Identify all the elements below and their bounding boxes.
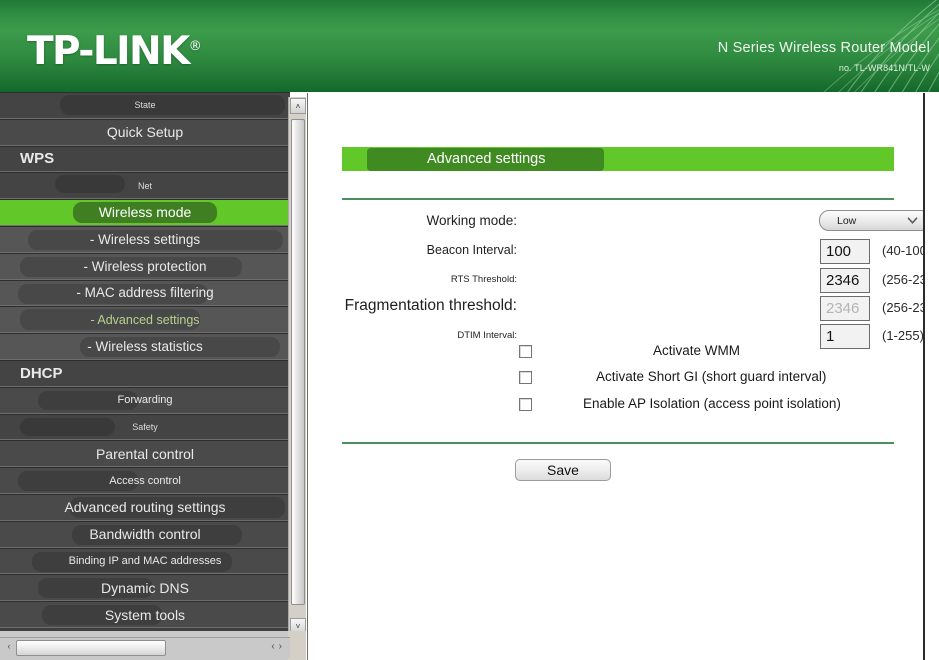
- sidebar-item-label: Bandwidth control: [89, 526, 201, 543]
- sidebar-item-label: Safety: [132, 421, 158, 432]
- sidebar-item-label: Quick Setup: [106, 124, 184, 141]
- select-working-mode[interactable]: Low: [819, 210, 923, 231]
- sidebar-item-label: Dynamic DNS: [101, 579, 189, 596]
- form-row-fragmentation-threshold: Fragmentation threshold: 2346 (256-2346): [308, 296, 923, 322]
- page-title: Advanced settings: [367, 147, 604, 171]
- checkbox-activate-wmm[interactable]: [519, 345, 532, 358]
- checkbox-row-activate-short-gi-short-guard-interval: Activate Short GI (short guard interval): [308, 369, 923, 393]
- label-rts-threshold: RTS Threshold:: [450, 274, 517, 285]
- sidebar-item-label: Binding IP and MAC addresses: [68, 554, 222, 567]
- save-button[interactable]: Save: [515, 459, 611, 481]
- model-title: N Series Wireless Router Model: [717, 40, 930, 56]
- hint-fragmentation-threshold: (256-2346): [882, 300, 923, 315]
- scroll-right-arrow-icon[interactable]: ‹›: [271, 641, 286, 652]
- logo-text: TP-LINK: [27, 29, 190, 74]
- sidebar-item-mac-address-filtering[interactable]: - MAC address filtering: [0, 279, 290, 307]
- sidebar-item-label: System tools: [104, 606, 186, 623]
- menu-item-highlight-blotch: [55, 175, 125, 194]
- sidebar-item-access-control[interactable]: Access control: [0, 467, 290, 494]
- checkbox-label-activate-short-gi-short-guard-interval: Activate Short GI (short guard interval): [596, 369, 827, 384]
- sidebar-vertical-scrollbar[interactable]: ˄ ˅: [288, 97, 306, 635]
- hint-rts-threshold: (256-2346): [882, 272, 923, 287]
- sidebar-item-bandwidth-control[interactable]: Bandwidth control: [0, 520, 290, 548]
- label-dtim-interval: DTIM Interval:: [457, 330, 517, 341]
- hint-dtim-interval: (1-255): [882, 328, 924, 343]
- input-rts-threshold[interactable]: 2346: [820, 268, 870, 293]
- page-title-banner: Advanced settings: [342, 147, 894, 171]
- sidebar-item-label: - Advanced settings: [90, 312, 200, 327]
- label-fragmentation-threshold: Fragmentation threshold:: [344, 297, 517, 314]
- input-beacon-interval[interactable]: 100: [820, 239, 870, 264]
- sidebar-item-label: State: [134, 100, 156, 111]
- checkbox-row-activate-wmm: Activate WMM: [308, 343, 923, 367]
- label-working-mode: Working mode:: [426, 213, 517, 228]
- label-beacon-interval: Beacon Interval:: [426, 243, 517, 257]
- page-header: TP-LINK® N Series Wireless Router Model …: [0, 0, 939, 92]
- model-number: no. TL-WR841N/TL-W: [838, 63, 930, 73]
- router-admin-page: TP-LINK® N Series Wireless Router Model …: [0, 0, 939, 660]
- form-top-divider: [342, 198, 894, 200]
- sidebar-item-wireless-mode[interactable]: Wireless mode: [0, 199, 290, 226]
- main-content: Advanced settings Working mode: Low Beacon…: [307, 93, 925, 660]
- checkbox-row-enable-ap-isolation-access-point-isolation: Enable AP Isolation (access point isolat…: [308, 396, 923, 420]
- checkbox-label-enable-ap-isolation-access-point-isolation: Enable AP Isolation (access point isolat…: [583, 396, 841, 411]
- horizontal-scroll-thumb[interactable]: [16, 640, 166, 656]
- sidebar-item-wireless-protection[interactable]: - Wireless protection: [0, 252, 290, 280]
- sidebar-item-net[interactable]: Net: [0, 172, 290, 200]
- chevron-down-icon: [907, 217, 918, 224]
- sidebar-item-label: Wireless mode: [72, 202, 218, 224]
- hint-beacon-interval: (40-1000): [882, 243, 923, 258]
- registered-mark-icon: ®: [188, 39, 202, 54]
- vertical-scroll-thumb[interactable]: [291, 119, 305, 605]
- sidebar-item-dynamic-dns[interactable]: Dynamic DNS: [0, 574, 290, 602]
- sidebar-item-system-tools[interactable]: System tools: [0, 601, 290, 628]
- sidebar-item-wireless-settings[interactable]: - Wireless settings: [0, 225, 290, 253]
- sidebar-item-label: - MAC address filtering: [76, 285, 214, 301]
- sidebar-item-label: Forwarding: [117, 394, 173, 407]
- menu-item-highlight-blotch: [20, 417, 115, 436]
- sidebar-item-state[interactable]: State: [0, 92, 290, 119]
- sidebar-menu-list: State Quick Setup WPS Net Wireless mode - Wir…: [0, 92, 290, 628]
- scrollbar-corner: [288, 631, 306, 660]
- sidebar-item-label: Parental control: [95, 445, 195, 462]
- menu-item-highlight-blotch: [60, 95, 285, 115]
- form-row-beacon-interval: Beacon Interval: 100 (40-1000): [308, 239, 923, 265]
- scroll-up-arrow-icon[interactable]: ˄: [290, 98, 306, 114]
- sidebar-item-quick-setup[interactable]: Quick Setup: [0, 118, 290, 146]
- sidebar-item-forwarding[interactable]: Forwarding: [0, 386, 290, 414]
- scroll-left-arrow-icon[interactable]: ‹: [2, 641, 16, 651]
- sidebar-item-wps[interactable]: WPS: [0, 145, 290, 173]
- sidebar-item-label: Net: [137, 180, 152, 191]
- sidebar-item-dhcp[interactable]: DHCP: [0, 359, 290, 387]
- input-fragmentation-threshold[interactable]: 2346: [820, 296, 870, 321]
- sidebar-item-binding-ip-and-mac-addresses[interactable]: Binding IP and MAC addresses: [0, 547, 290, 575]
- select-value: Low: [837, 214, 857, 227]
- sidebar-item-label: WPS: [20, 150, 55, 168]
- form-row-rts-threshold: RTS Threshold: 2346 (256-2346): [308, 268, 923, 294]
- checkbox-label-activate-wmm: Activate WMM: [653, 343, 741, 358]
- checkbox-enable-ap-isolation-access-point-isolation[interactable]: [519, 398, 532, 411]
- sidebar-item-label: Advanced routing settings: [64, 499, 226, 516]
- form-bottom-divider: [342, 442, 894, 444]
- sidebar-horizontal-scrollbar[interactable]: ‹ ‹›: [0, 637, 290, 658]
- sidebar-item-parental-control[interactable]: Parental control: [0, 440, 290, 468]
- sidebar-item-label: - Wireless statistics: [87, 339, 203, 355]
- sidebar-nav: State Quick Setup WPS Net Wireless mode - Wir…: [0, 92, 290, 631]
- sidebar-item-advanced-routing-settings[interactable]: Advanced routing settings: [0, 493, 290, 521]
- sidebar-item-wireless-statistics[interactable]: - Wireless statistics: [0, 333, 290, 360]
- sidebar-item-label: DHCP: [20, 364, 63, 382]
- sidebar-item-label: - Wireless settings: [89, 231, 201, 247]
- checkbox-activate-short-gi-short-guard-interval[interactable]: [519, 371, 532, 384]
- sidebar-item-safety[interactable]: Safety: [0, 413, 290, 441]
- sidebar-item-label: - Wireless protection: [83, 258, 207, 274]
- sidebar-item-advanced-settings[interactable]: - Advanced settings: [0, 306, 290, 334]
- sidebar-item-label: Access control: [109, 474, 181, 487]
- form-row-working-mode: Working mode: Low: [308, 210, 923, 236]
- tplink-logo: TP-LINK®: [27, 32, 202, 71]
